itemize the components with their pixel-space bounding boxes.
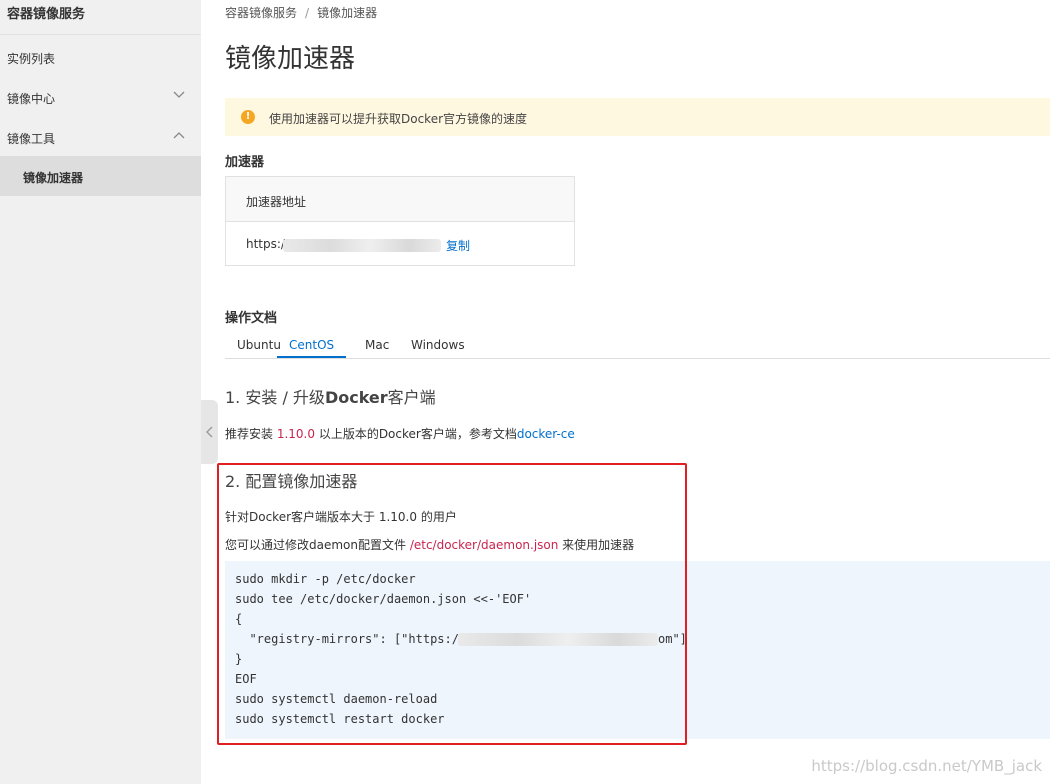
accelerator-section-title: 加速器	[225, 155, 265, 170]
sidebar-divider	[0, 34, 201, 35]
breadcrumb-separator: /	[305, 6, 310, 20]
tab-mac[interactable]: Mac	[365, 338, 389, 352]
accelerator-table-header: 加速器地址	[226, 177, 574, 222]
chevron-left-icon	[206, 426, 213, 438]
docs-section-title: 操作文档	[225, 311, 278, 326]
os-tabs: Ubuntu CentOS Mac Windows	[225, 334, 1050, 359]
sidebar-item-image-accelerator[interactable]: 镜像加速器	[0, 156, 201, 196]
tab-centos[interactable]: CentOS	[277, 338, 347, 358]
sidebar-title: 容器镜像服务	[7, 7, 86, 22]
accelerator-address-header: 加速器地址	[246, 195, 307, 209]
sidebar-item-label: 镜像中心	[7, 92, 56, 106]
sidebar-collapse-handle[interactable]	[201, 400, 218, 464]
info-notice: ! 使用加速器可以提升获取Docker官方镜像的速度	[225, 98, 1050, 136]
watermark: https://blog.csdn.net/YMB_jack	[811, 757, 1042, 775]
breadcrumb: 容器镜像服务 / 镜像加速器	[225, 4, 377, 21]
step1-heading: 1. 安装 / 升级Docker客户端	[225, 384, 436, 408]
step1-desc-pre: 推荐安装	[225, 427, 277, 441]
chevron-up-icon	[173, 132, 185, 139]
notice-text: 使用加速器可以提升获取Docker官方镜像的速度	[269, 112, 528, 126]
version-highlight: 1.10.0	[276, 427, 315, 441]
accelerator-table: 加速器地址 https:/ 复制	[225, 176, 575, 266]
sidebar: 容器镜像服务 实例列表 镜像中心 镜像工具 镜像加速器	[0, 0, 201, 784]
sidebar-item-label: 实例列表	[7, 52, 56, 66]
step1-number: 1.	[225, 388, 241, 407]
sidebar-item-image-center[interactable]: 镜像中心	[0, 77, 201, 117]
accelerator-url: https:/	[246, 237, 285, 251]
annotation-highlight-box	[217, 463, 687, 745]
copy-button[interactable]: 复制	[446, 237, 470, 254]
tab-ubuntu[interactable]: Ubuntu	[237, 338, 281, 352]
docker-ce-link[interactable]: docker-ce	[517, 427, 575, 441]
sidebar-item-label: 镜像工具	[7, 132, 56, 146]
breadcrumb-root-link[interactable]: 容器镜像服务	[225, 6, 297, 20]
sidebar-item-instance-list[interactable]: 实例列表	[0, 37, 201, 77]
warning-icon: !	[241, 110, 255, 124]
page-title: 镜像加速器	[225, 44, 356, 74]
tab-windows[interactable]: Windows	[411, 338, 465, 352]
step1-desc-mid: 以上版本的Docker客户端，参考文档	[315, 427, 517, 441]
chevron-down-icon	[173, 91, 185, 98]
redacted-url	[283, 239, 441, 252]
step1-title-bold: Docker	[324, 388, 388, 407]
sidebar-item-image-tools[interactable]: 镜像工具	[0, 117, 201, 157]
step1-title-post: 客户端	[387, 388, 436, 407]
breadcrumb-current: 镜像加速器	[317, 6, 378, 20]
step1-title-pre: 安装 / 升级	[245, 388, 325, 407]
sidebar-item-label: 镜像加速器	[23, 171, 84, 185]
step1-description: 推荐安装 1.10.0 以上版本的Docker客户端，参考文档docker-ce	[225, 425, 575, 442]
